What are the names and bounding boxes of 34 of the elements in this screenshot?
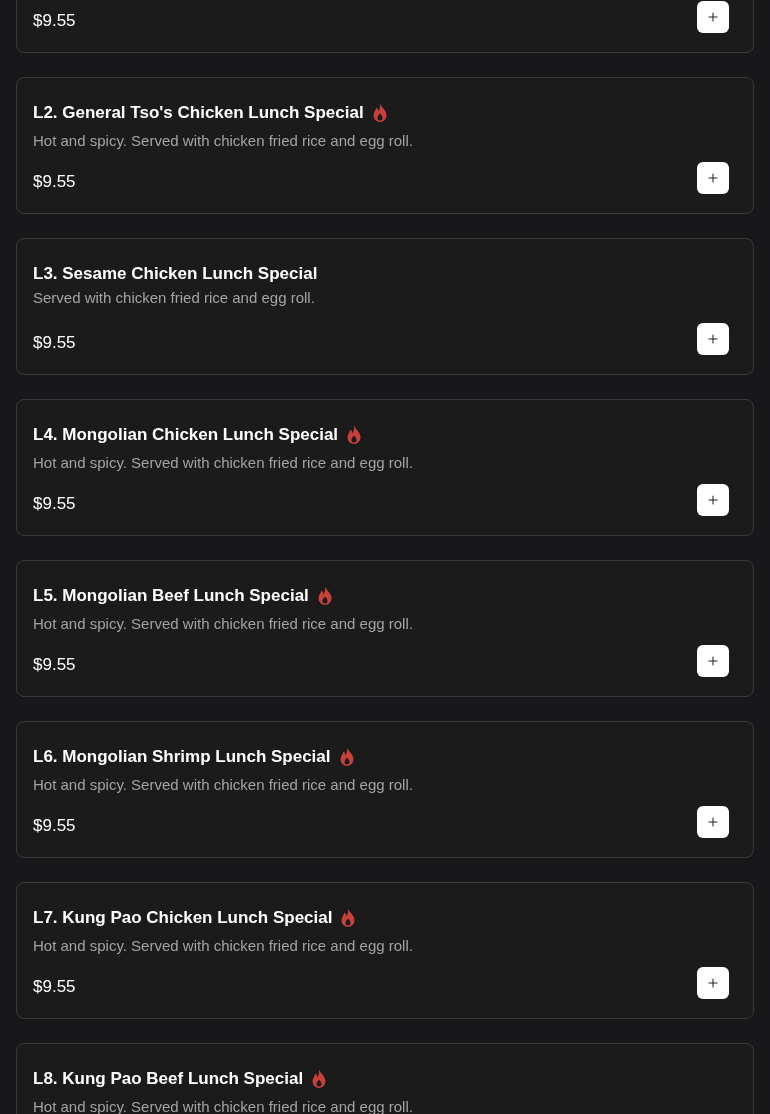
item-title: L8. Kung Pao Beef Lunch Special <box>33 1068 304 1091</box>
add-button[interactable] <box>697 967 729 999</box>
item-price: $9.55 <box>33 12 76 29</box>
add-button[interactable] <box>697 1 729 33</box>
item-description: Hot and spicy. Served with chicken fried rice and egg roll. <box>33 453 414 473</box>
plus-icon <box>706 976 720 990</box>
add-button[interactable] <box>697 162 729 194</box>
item-title: L5. Mongolian Beef Lunch Special <box>33 585 309 608</box>
item-price: $9.55 <box>33 656 76 673</box>
plus-icon <box>706 815 720 829</box>
item-title: L3. Sesame Chicken Lunch Special <box>33 263 318 286</box>
add-button[interactable] <box>697 645 729 677</box>
item-title: L4. Mongolian Chicken Lunch Special <box>33 424 339 447</box>
item-description: Served with chicken fried rice and egg roll. <box>33 288 316 308</box>
item-description: Hot and spicy. Served with chicken fried rice and egg roll. <box>33 614 414 634</box>
plus-icon <box>706 493 720 507</box>
item-price: $9.55 <box>33 334 76 351</box>
item-description: Hot and spicy. Served with chicken fried rice and egg roll. <box>33 936 414 956</box>
plus-icon <box>706 332 720 346</box>
item-price: $9.55 <box>33 817 76 834</box>
item-title: L7. Kung Pao Chicken Lunch Special <box>33 907 333 930</box>
add-button[interactable] <box>697 323 729 355</box>
plus-icon <box>706 10 720 24</box>
add-button[interactable] <box>697 806 729 838</box>
add-button[interactable] <box>697 484 729 516</box>
plus-icon <box>706 171 720 185</box>
item-description: Hot and spicy. Served with chicken fried rice and egg roll. <box>33 775 414 795</box>
plus-icon <box>706 654 720 668</box>
item-price: $9.55 <box>33 978 76 995</box>
item-title: L6. Mongolian Shrimp Lunch Special <box>33 746 331 769</box>
item-description: Hot and spicy. Served with chicken fried rice and egg roll. <box>33 131 414 151</box>
item-price: $9.55 <box>33 495 76 512</box>
item-price: $9.55 <box>33 173 76 190</box>
item-title: L2. General Tso's Chicken Lunch Special <box>33 102 364 125</box>
